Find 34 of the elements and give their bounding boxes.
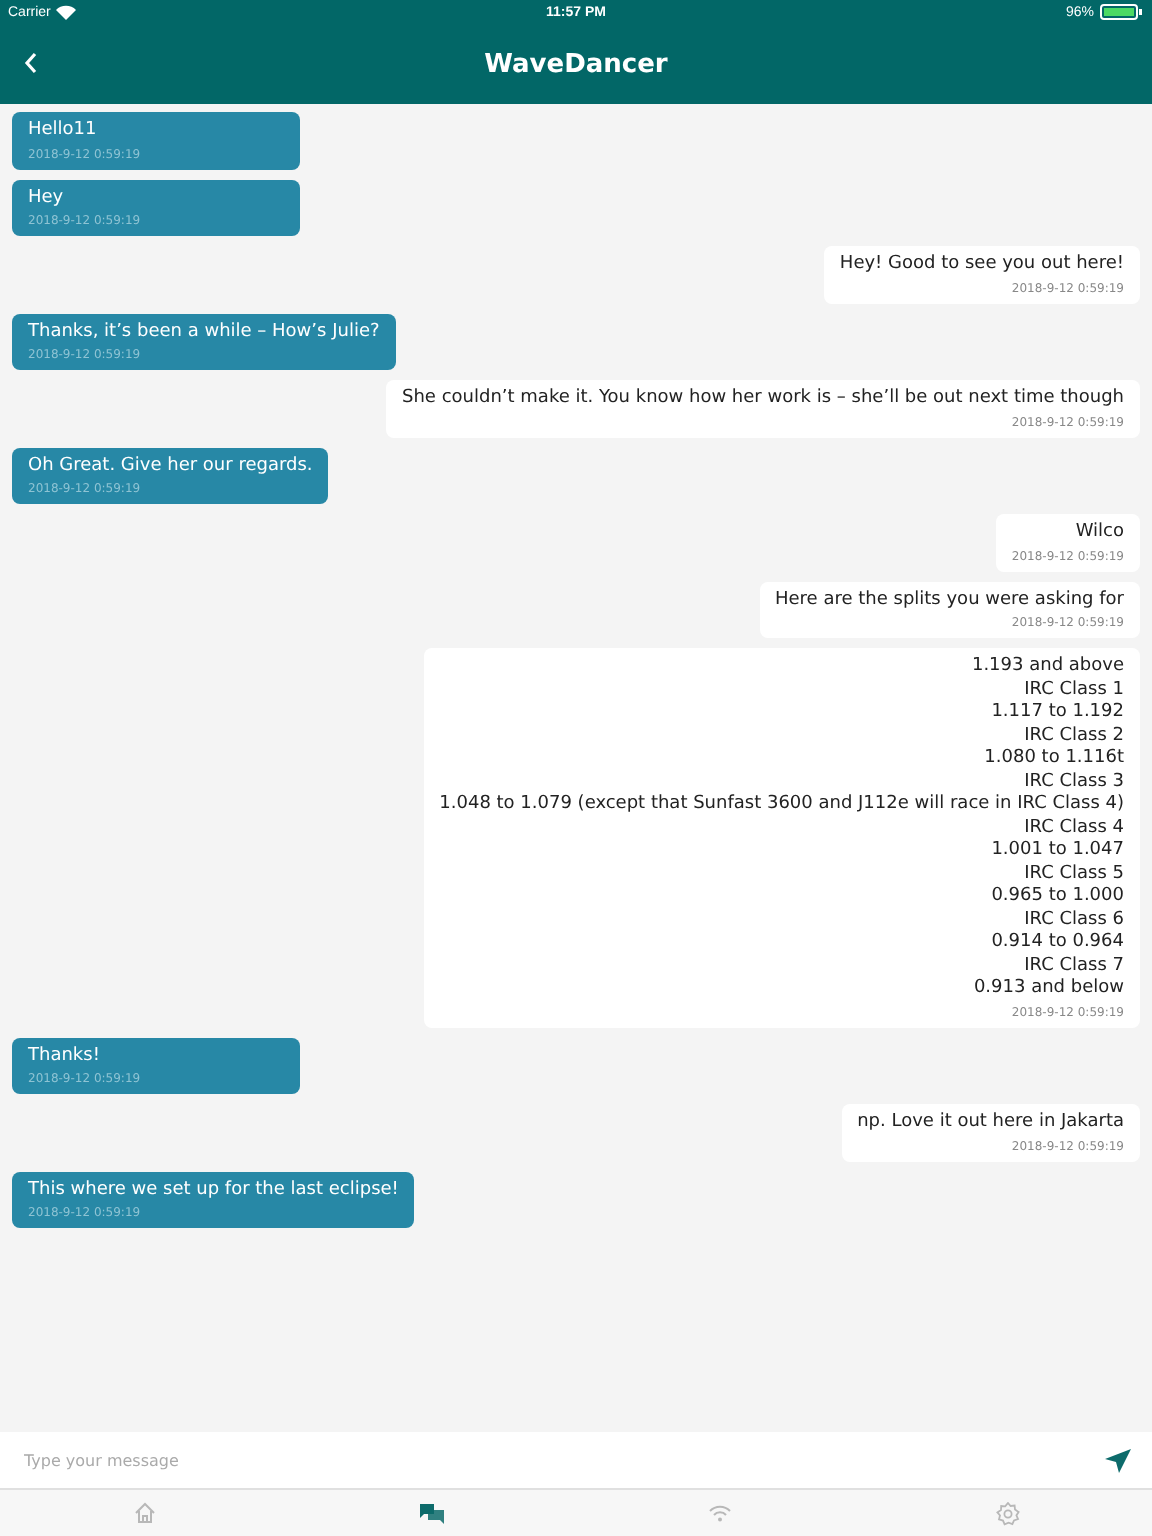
message-text: IRC Class 4 <box>1024 817 1124 840</box>
chat-title: WaveDancer <box>484 49 668 79</box>
message-text: 1.193 and above <box>971 656 1124 679</box>
message-text: IRC Class 7 <box>1024 955 1124 978</box>
message-text: IRC Class 1 <box>1024 679 1124 702</box>
message-input[interactable]: Type your message <box>24 1451 1100 1469</box>
message-text: This where we set up for the last eclipse! <box>28 1179 399 1202</box>
message-text: Thanks, it’s been a while – How’s Julie? <box>28 321 380 344</box>
back-icon <box>24 52 38 74</box>
message-text: Oh Great. Give her our regards. <box>28 455 313 478</box>
message-text: IRC Class 3 <box>1024 771 1124 794</box>
message-text: 1.117 to 1.192 <box>991 702 1124 725</box>
message-text: Here are the splits you were asking for <box>775 589 1124 612</box>
message-text: Wilco <box>1075 522 1124 545</box>
message-text: Hello11 <box>28 120 97 143</box>
message-text: Thanks! <box>28 1045 100 1068</box>
send-button[interactable] <box>1100 1443 1136 1477</box>
wifi-icon <box>56 4 77 20</box>
message-text: 1.001 to 1.047 <box>991 840 1124 863</box>
message-text: 0.965 to 1.000 <box>991 886 1124 909</box>
message-text: np. Love it out here in Jakarta <box>857 1112 1124 1135</box>
message-text: She couldn’t make it. You know how her work is – she’ll be out next time though <box>402 388 1124 411</box>
message-field[interactable]: Type your message <box>0 1432 1152 1490</box>
message-text: 1.048 to 1.079 (except that Sunfast 3600 and J112e will race in IRC Class 4) <box>439 794 1124 817</box>
message-text: IRC Class 5 <box>1024 863 1124 886</box>
send-icon <box>1104 1447 1132 1473</box>
message-text: 0.914 to 0.964 <box>991 932 1124 955</box>
message-text: IRC Class 6 <box>1024 909 1124 932</box>
message-text: 0.913 and below <box>973 978 1124 1001</box>
battery-icon <box>1100 4 1144 20</box>
message-text: 1.080 to 1.116t <box>984 748 1124 771</box>
message-text: Hey! Good to see you out here! <box>839 254 1124 277</box>
message-text: Hey <box>28 187 64 210</box>
message-text: IRC Class 2 <box>1024 725 1124 748</box>
